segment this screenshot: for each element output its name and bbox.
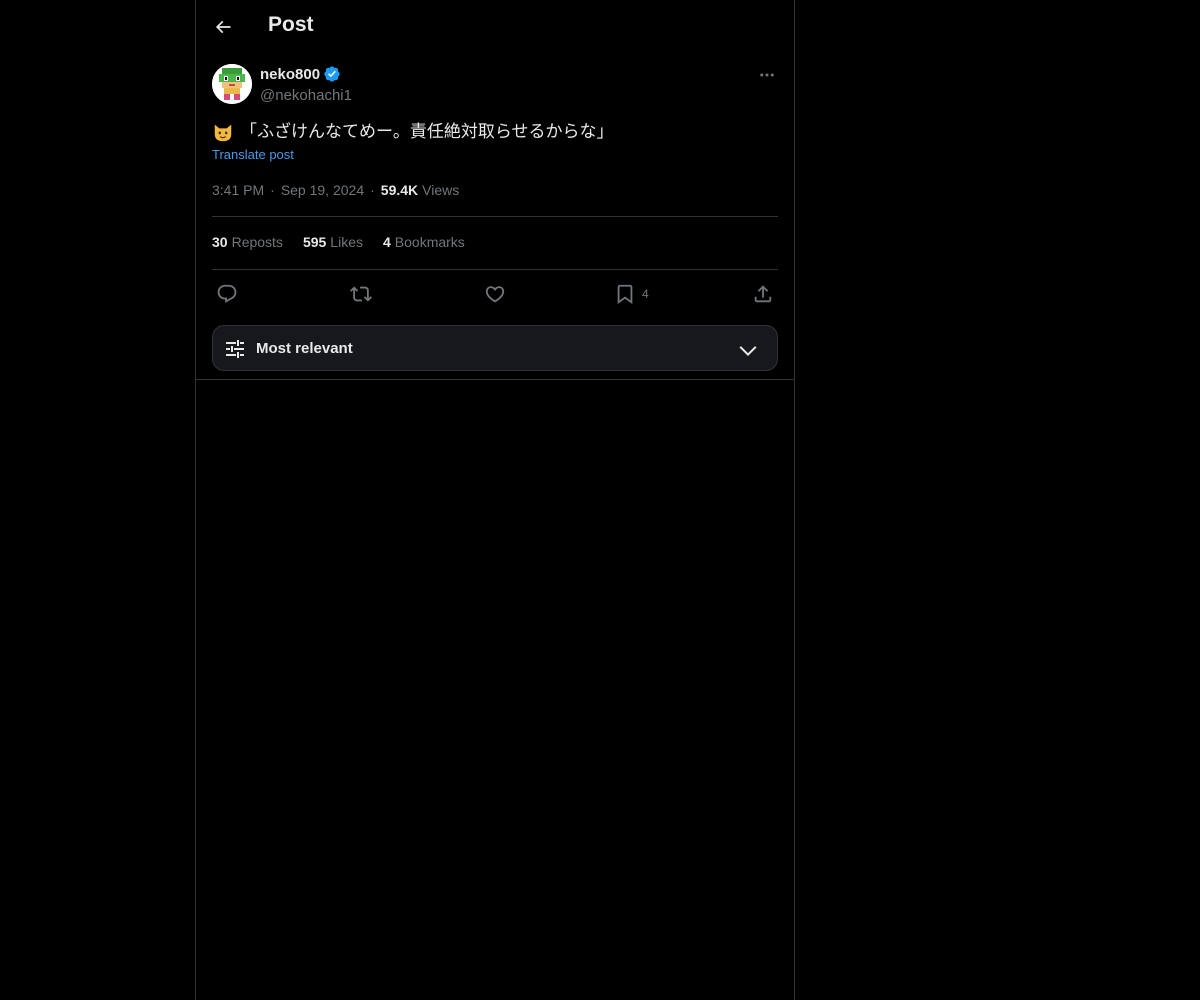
views-label: Views: [422, 182, 460, 198]
back-button[interactable]: [206, 10, 240, 44]
sort-label: Most relevant: [256, 340, 353, 357]
action-bar: 4: [212, 280, 778, 308]
translate-post-link[interactable]: Translate post: [212, 147, 294, 162]
repost-icon: [350, 286, 372, 302]
heart-icon: [485, 286, 505, 303]
share-button[interactable]: [752, 280, 774, 308]
reply-button[interactable]: [216, 280, 238, 308]
sliders-icon: [226, 340, 244, 358]
author-name-wrap: neko800: [260, 65, 341, 83]
avatar[interactable]: [212, 64, 252, 104]
reposts-label: Reposts: [231, 234, 283, 250]
pixel-avatar-image: [212, 64, 252, 104]
bookmarks-label: Bookmarks: [394, 234, 465, 250]
verified-badge-icon: [324, 66, 340, 82]
share-icon: [754, 285, 772, 303]
post-detail: neko800 @nekohachi1 「ふざけんなてめー。責任絶対取らせるから…: [212, 64, 778, 305]
cat-face-emoji-icon: [214, 124, 232, 142]
reposts-count: 30: [212, 234, 228, 250]
bookmark-icon: [617, 284, 633, 305]
repost-button[interactable]: [350, 280, 372, 308]
bookmark-button[interactable]: 4: [614, 280, 649, 308]
author-name[interactable]: neko800: [260, 66, 320, 83]
author-row: neko800 @nekohachi1: [212, 64, 778, 106]
reply-icon: [217, 284, 237, 303]
like-button[interactable]: [484, 280, 506, 308]
likes-stat[interactable]: 595 Likes: [303, 234, 363, 250]
likes-count: 595: [302, 234, 327, 250]
arrow-left-icon: [215, 20, 231, 34]
author-handle[interactable]: @nekohachi1: [260, 87, 352, 104]
likes-label: Likes: [330, 234, 363, 250]
post-stats: 30 Reposts 595 Likes 4 Bookmarks: [212, 234, 485, 250]
main-column: Post neko800 @nekohachi1 「ふざけんなてめー。責任絶対取…: [195, 0, 795, 1000]
post-text-row: 「ふざけんなてめー。責任絶対取らせるからな」: [212, 120, 614, 144]
page-header: Post: [196, 0, 794, 53]
reply-sort-dropdown[interactable]: Most relevant: [212, 325, 778, 371]
reposts-stat[interactable]: 30 Reposts: [212, 234, 283, 250]
bookmark-count: 4: [642, 287, 649, 301]
post-text: 「ふざけんなてめー。責任絶対取らせるからな」: [240, 122, 614, 141]
meta-separator: ·: [270, 182, 275, 198]
more-dots-icon: [760, 73, 774, 77]
post-meta: 3:41 PM · Sep 19, 2024 · 59.4K Views: [212, 182, 459, 198]
bookmarks-stat[interactable]: 4 Bookmarks: [383, 234, 465, 250]
meta-separator: ·: [370, 182, 375, 198]
post-time[interactable]: 3:41 PM: [212, 182, 264, 198]
divider: [212, 216, 778, 217]
more-options-button[interactable]: [756, 64, 778, 86]
views-count: 59.4K: [380, 182, 419, 198]
post-date[interactable]: Sep 19, 2024: [281, 182, 364, 198]
chevron-down-icon: [739, 346, 757, 357]
page-title: Post: [268, 13, 314, 36]
divider: [196, 379, 794, 380]
bookmarks-count: 4: [382, 234, 391, 250]
divider: [212, 269, 778, 270]
